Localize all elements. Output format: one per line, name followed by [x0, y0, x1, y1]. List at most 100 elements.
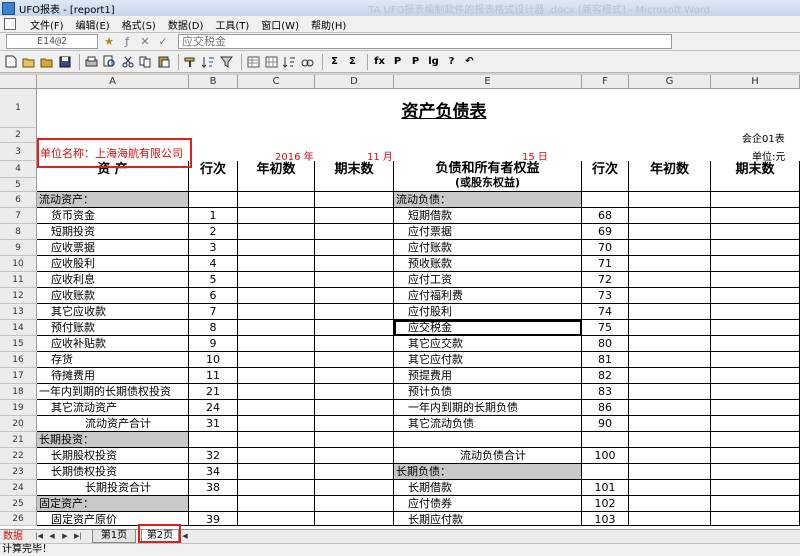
right-item-label[interactable]: 预收账款 [394, 256, 582, 272]
left-end-value[interactable] [315, 512, 394, 526]
left-line-no[interactable]: 10 [189, 352, 238, 368]
right-begin-value[interactable] [629, 352, 711, 368]
right-item-label[interactable]: 长期负债： [394, 464, 582, 480]
column-header[interactable]: D [315, 75, 394, 89]
left-item-label[interactable]: 应收补贴款 [37, 336, 189, 352]
right-begin-value[interactable] [629, 432, 711, 448]
left-end-value[interactable] [315, 400, 394, 416]
menu-help[interactable]: 帮助(H) [305, 17, 352, 32]
right-line-no[interactable]: 73 [582, 288, 629, 304]
left-end-value[interactable] [315, 416, 394, 432]
column-header[interactable]: G [629, 75, 711, 89]
right-end-value[interactable] [711, 256, 800, 272]
right-item-label[interactable]: 流动负债合计 [394, 448, 582, 464]
right-line-no[interactable] [582, 464, 629, 480]
right-end-value[interactable] [711, 288, 800, 304]
row-header[interactable]: 25 [0, 496, 37, 512]
header-end-right[interactable]: 期末数 [711, 161, 800, 192]
left-begin-value[interactable] [238, 320, 315, 336]
row-header[interactable]: 18 [0, 384, 37, 400]
row-header[interactable]: 21 [0, 432, 37, 448]
save-icon[interactable] [57, 54, 72, 69]
menu-tools[interactable]: 工具(T) [209, 17, 255, 32]
left-end-value[interactable] [315, 240, 394, 256]
left-begin-value[interactable] [238, 352, 315, 368]
left-item-label[interactable]: 长期股权投资 [37, 448, 189, 464]
left-item-label[interactable]: 存货 [37, 352, 189, 368]
right-item-label[interactable]: 应交税金 [394, 320, 582, 336]
find-icon[interactable] [300, 54, 315, 69]
right-end-value[interactable] [711, 272, 800, 288]
right-end-value[interactable] [711, 224, 800, 240]
left-line-no[interactable]: 2 [189, 224, 238, 240]
right-item-label[interactable]: 应付股利 [394, 304, 582, 320]
right-item-label[interactable]: 长期借款 [394, 480, 582, 496]
row-header[interactable]: 12 [0, 288, 37, 304]
cancel-edit-icon[interactable]: ✕ [138, 35, 152, 49]
sheet-scroll-left-icon[interactable]: ◀ [180, 531, 190, 542]
right-item-label[interactable]: 其它流动负债 [394, 416, 582, 432]
left-begin-value[interactable] [238, 192, 315, 208]
left-end-value[interactable] [315, 432, 394, 448]
row-header[interactable]: 4 [0, 161, 37, 178]
menu-window[interactable]: 窗口(W) [255, 17, 305, 32]
row-header[interactable]: 16 [0, 352, 37, 368]
left-end-value[interactable] [315, 192, 394, 208]
header-liability[interactable]: 负债和所有者权益 (或股东权益) [394, 161, 582, 192]
left-begin-value[interactable] [238, 272, 315, 288]
left-item-label[interactable]: 长期投资： [37, 432, 189, 448]
left-end-value[interactable] [315, 224, 394, 240]
row-header[interactable]: 17 [0, 368, 37, 384]
row-header[interactable]: 10 [0, 256, 37, 272]
left-end-value[interactable] [315, 320, 394, 336]
right-item-label[interactable]: 一年内到期的长期负债 [394, 400, 582, 416]
left-line-no[interactable]: 1 [189, 208, 238, 224]
right-begin-value[interactable] [629, 304, 711, 320]
right-item-label[interactable]: 短期借款 [394, 208, 582, 224]
column-header[interactable]: F [582, 75, 629, 89]
right-item-label[interactable]: 应付工资 [394, 272, 582, 288]
left-begin-value[interactable] [238, 432, 315, 448]
right-end-value[interactable] [711, 208, 800, 224]
right-line-no[interactable]: 90 [582, 416, 629, 432]
copy-icon[interactable] [138, 54, 153, 69]
column-header[interactable]: B [189, 75, 238, 89]
row-header[interactable]: 26 [0, 512, 37, 526]
column-header[interactable]: E [394, 75, 582, 89]
row-header[interactable]: 20 [0, 416, 37, 432]
insert-sheet-icon[interactable]: P [408, 54, 423, 69]
right-begin-value[interactable] [629, 400, 711, 416]
insert-function-icon[interactable]: fx [372, 54, 387, 69]
left-end-value[interactable] [315, 464, 394, 480]
left-item-label[interactable]: 长期债权投资 [37, 464, 189, 480]
left-end-value[interactable] [315, 496, 394, 512]
left-line-no[interactable]: 3 [189, 240, 238, 256]
left-begin-value[interactable] [238, 464, 315, 480]
right-begin-value[interactable] [629, 256, 711, 272]
left-item-label[interactable]: 流动资产合计 [37, 416, 189, 432]
left-line-no[interactable] [189, 496, 238, 512]
left-line-no[interactable]: 24 [189, 400, 238, 416]
print-icon[interactable] [84, 54, 99, 69]
right-line-no[interactable]: 74 [582, 304, 629, 320]
grid-corner[interactable] [0, 75, 37, 89]
mode-indicator[interactable]: 数据 [3, 530, 23, 543]
left-end-value[interactable] [315, 288, 394, 304]
header-end-left[interactable]: 期末数 [315, 161, 394, 192]
last-sheet-nav-icon[interactable]: ▶| [73, 531, 83, 542]
form-code-row[interactable] [37, 128, 800, 143]
fx-icon[interactable]: ƒ [120, 35, 134, 49]
right-begin-value[interactable] [629, 368, 711, 384]
right-line-no[interactable]: 72 [582, 272, 629, 288]
right-item-label[interactable]: 应付账款 [394, 240, 582, 256]
left-line-no[interactable]: 6 [189, 288, 238, 304]
paste-icon[interactable] [156, 54, 171, 69]
right-line-no[interactable]: 80 [582, 336, 629, 352]
right-end-value[interactable] [711, 304, 800, 320]
row-header[interactable]: 24 [0, 480, 37, 496]
left-end-value[interactable] [315, 352, 394, 368]
left-item-label[interactable]: 其它应收款 [37, 304, 189, 320]
header-line-no-right[interactable]: 行次 [582, 161, 629, 192]
column-header[interactable]: A [37, 75, 189, 89]
right-end-value[interactable] [711, 192, 800, 208]
